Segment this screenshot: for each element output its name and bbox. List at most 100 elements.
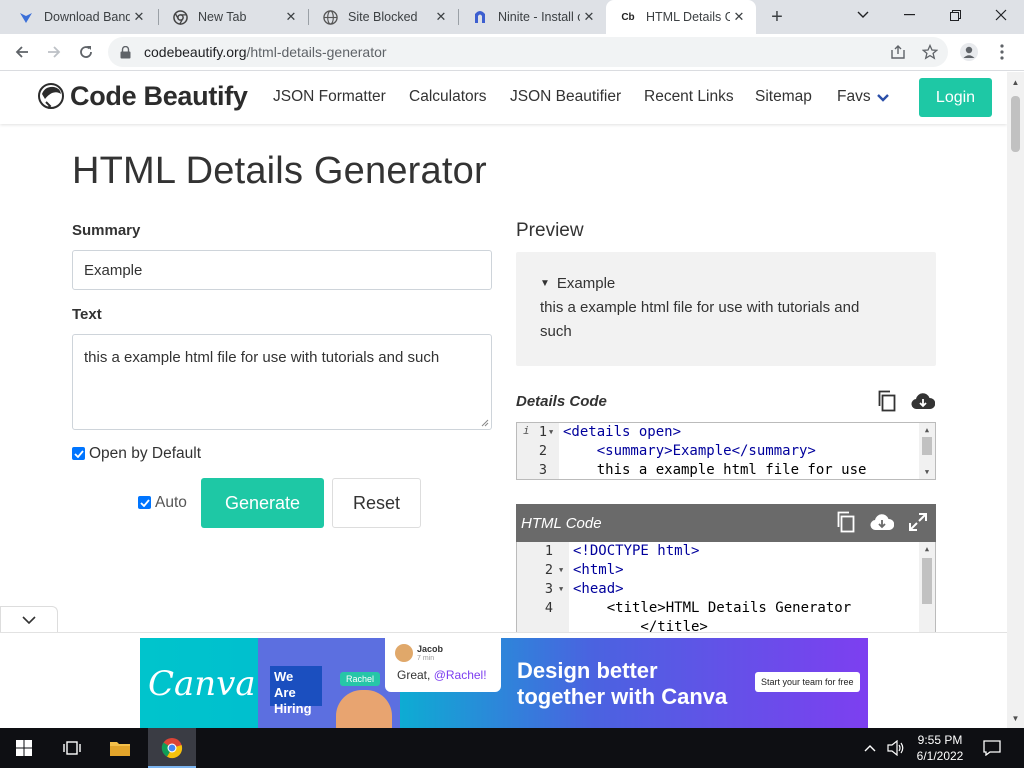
code-scrollbar[interactable]: ▲ ▼ (919, 423, 935, 479)
chat-message: Great, @Rachel! (397, 668, 487, 682)
volume-icon[interactable] (882, 728, 910, 768)
close-window-button[interactable] (978, 0, 1024, 30)
nav-json-formatter[interactable]: JSON Formatter (273, 88, 386, 106)
details-code-heading: Details Code (516, 393, 607, 410)
nav-recent-links[interactable]: Recent Links (644, 88, 734, 106)
clock-time: 9:55 PM (917, 733, 963, 747)
preview-text-line: this a example html file for use with tu… (540, 299, 860, 316)
preview-summary[interactable]: ▼ Example (540, 272, 912, 296)
copy-icon[interactable] (875, 389, 899, 413)
back-button[interactable] (8, 38, 36, 66)
notifications-icon[interactable] (972, 728, 1012, 768)
chat-name: Jacob (417, 644, 444, 654)
collapse-ad-button[interactable] (0, 606, 58, 632)
file-explorer-icon[interactable] (96, 728, 144, 768)
text-textarea[interactable]: this a example html file for use with tu… (72, 334, 492, 430)
chevron-down-icon[interactable] (876, 91, 890, 105)
summary-input[interactable]: Example (72, 250, 492, 290)
nav-json-beautifier[interactable]: JSON Beautifier (510, 88, 621, 106)
chevron-down-icon (22, 615, 36, 624)
profile-avatar-icon[interactable] (955, 38, 983, 66)
browser-tab[interactable]: New Tab ✕ (158, 0, 308, 34)
tab-search-button[interactable] (840, 0, 886, 30)
summary-label: Summary (72, 222, 141, 239)
windows-start-icon[interactable] (0, 728, 48, 768)
lock-icon[interactable] (120, 45, 134, 59)
preview-text-line: such (540, 323, 572, 340)
close-icon[interactable]: ✕ (580, 8, 598, 26)
forward-button[interactable] (40, 38, 68, 66)
url-text: codebeautify.org/html-details-generator (144, 44, 387, 60)
nav-sitemap[interactable]: Sitemap (755, 88, 812, 106)
task-view-icon[interactable] (48, 728, 96, 768)
system-clock[interactable]: 9:55 PM 6/1/2022 (912, 732, 968, 764)
fold-arrow-icon[interactable]: ▼ (559, 561, 563, 580)
info-icon[interactable]: i (523, 424, 530, 437)
login-button[interactable]: Login (919, 78, 992, 117)
browser-tab[interactable]: Ninite - Install o ✕ (458, 0, 606, 34)
download-cloud-icon[interactable] (911, 389, 935, 413)
menu-kebab-icon[interactable] (988, 38, 1016, 66)
ad-hiring-card: We Are Hiring (270, 666, 322, 716)
restore-button[interactable] (932, 0, 978, 30)
download-cloud-icon[interactable] (870, 510, 894, 534)
ad-name-tag: Rachel (340, 672, 381, 686)
text-label: Text (72, 306, 102, 323)
fullscreen-icon[interactable] (906, 510, 930, 534)
close-icon[interactable]: ✕ (130, 8, 148, 26)
reload-button[interactable] (72, 38, 100, 66)
browser-tab-active[interactable]: Cb HTML Details Ge ✕ (606, 0, 756, 34)
nav-favs[interactable]: Favs (837, 88, 871, 106)
code-scrollbar[interactable]: ▲ (919, 542, 935, 634)
show-hidden-icons-icon[interactable] (856, 728, 884, 768)
line-number: 2 (544, 562, 553, 578)
chrome-taskbar-icon[interactable] (148, 728, 196, 768)
close-icon[interactable]: ✕ (730, 8, 748, 26)
browser-tab-strip: Download Band ✕ New Tab ✕ Site Blocked ✕… (0, 0, 1024, 34)
line-number: 3 (538, 462, 547, 478)
copy-icon[interactable] (834, 510, 858, 534)
brand-logo-link[interactable]: Code Beautify (36, 80, 248, 112)
share-icon[interactable] (884, 37, 912, 67)
ad-cta-button[interactable]: Start your team for free (755, 672, 860, 692)
line-number: 1 (544, 543, 553, 559)
tab-title: HTML Details Ge (646, 10, 730, 24)
minimize-button[interactable] (886, 0, 932, 30)
browser-tab[interactable]: Download Band ✕ (4, 0, 156, 34)
line-number: 1 (538, 424, 547, 440)
open-by-default-checkbox[interactable] (72, 447, 85, 460)
code-line: this a example html file for use (596, 462, 867, 478)
ninite-icon (472, 9, 488, 25)
details-code-editor[interactable]: i 1 ▼ 2 3 <details open> <summary>Exampl… (516, 422, 936, 480)
code-line: <summary>Example</summary> (596, 443, 816, 459)
resize-grip-icon[interactable] (481, 419, 489, 427)
close-icon[interactable]: ✕ (282, 8, 300, 26)
html-code-editor[interactable]: 1 2 ▼ 3 ▼ 4 <!DOCTYPE html> <html> <head… (516, 542, 936, 634)
bookmark-star-icon[interactable] (916, 37, 944, 67)
code-line: <details open> (563, 424, 682, 440)
preview-panel: ▼ Example this a example html file for u… (516, 252, 936, 366)
brand-name: Code Beautify (70, 80, 248, 111)
avatar (395, 644, 413, 662)
generate-button[interactable]: Generate (201, 478, 324, 528)
nav-calculators[interactable]: Calculators (409, 88, 487, 106)
canva-ad-banner[interactable]: Canva We Are Hiring Rachel Jacob 7 min G… (140, 638, 868, 728)
tab-title: Download Band (44, 10, 130, 24)
reset-button[interactable]: Reset (332, 478, 421, 528)
disclosure-triangle-icon[interactable]: ▼ (540, 272, 550, 296)
chat-time: 7 min (417, 655, 435, 662)
browser-tab[interactable]: Site Blocked ✕ (308, 0, 458, 34)
close-icon[interactable]: ✕ (432, 8, 450, 26)
fold-arrow-icon[interactable]: ▼ (549, 423, 553, 442)
textarea-content: this a example html file for use with tu… (84, 349, 440, 366)
new-tab-button[interactable]: + (765, 5, 789, 29)
page-scrollbar[interactable]: ▲ ▼ (1007, 72, 1024, 728)
ad-brand: Canva (148, 664, 256, 704)
code-line: <head> (573, 581, 624, 597)
codebeautify-logo-icon (38, 83, 64, 109)
auto-label[interactable]: Auto (155, 494, 187, 512)
auto-checkbox[interactable] (138, 496, 151, 509)
open-by-default-label[interactable]: Open by Default (89, 445, 201, 463)
fold-arrow-icon[interactable]: ▼ (559, 580, 563, 599)
address-bar[interactable]: codebeautify.org/html-details-generator (108, 37, 948, 67)
